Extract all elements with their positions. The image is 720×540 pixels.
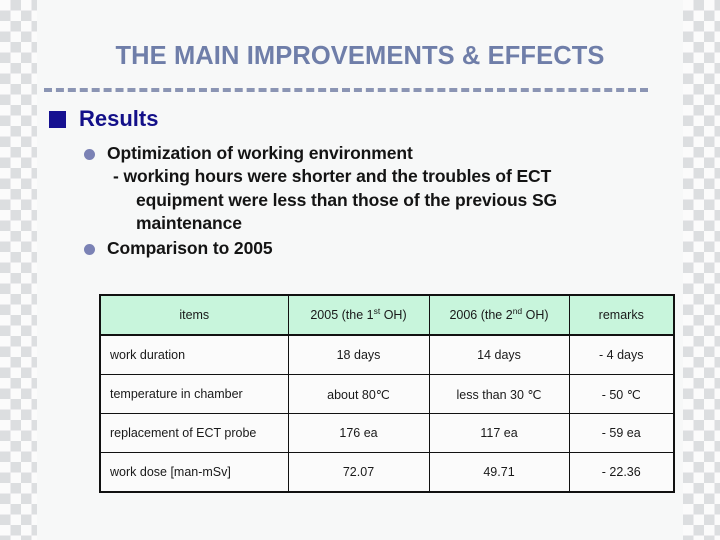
cell-remark: - 4 days <box>568 334 675 375</box>
round-bullet-icon <box>84 244 95 256</box>
header-2006-suffix: OH) <box>522 308 549 322</box>
cell-2006: 14 days <box>428 334 570 375</box>
table-header-row: items 2005 (the 1st OH) 2006 (the 2nd OH… <box>99 294 675 336</box>
section-heading-label: Results <box>79 106 159 131</box>
header-2005-prefix: 2005 (the 1 <box>310 308 374 322</box>
cell-item: work duration <box>99 334 289 375</box>
bullet-text: Comparison to 2005 <box>107 238 273 259</box>
cell-2006: 117 ea <box>428 413 570 453</box>
comparison-table: items 2005 (the 1st OH) 2006 (the 2nd OH… <box>99 294 675 493</box>
bullet-subtext: maintenance <box>136 212 242 233</box>
table-row: work duration 18 days 14 days - 4 days <box>99 334 675 375</box>
bullet-subtext: equipment were less than those of the pr… <box>136 189 558 210</box>
table-row: replacement of ECT probe 176 ea 117 ea -… <box>99 413 675 453</box>
bullet-text: Optimization of working environment <box>107 143 413 163</box>
cell-2006: less than 30 ℃ <box>428 374 570 414</box>
cell-2005: 176 ea <box>287 413 430 453</box>
title-divider-rule <box>44 88 648 92</box>
cell-item: work dose [man-mSv] <box>99 452 289 493</box>
bullet-subtext: - working hours were shorter and the tro… <box>113 166 552 187</box>
bullet-list: Optimization of working environment - wo… <box>84 142 684 260</box>
column-header-2006: 2006 (the 2nd OH) <box>428 294 570 336</box>
round-bullet-icon <box>84 149 95 160</box>
square-bullet-icon <box>49 110 66 128</box>
cell-remark: - 22.36 <box>568 452 675 493</box>
checkerboard-left-border <box>0 0 37 540</box>
cell-remark: - 59 ea <box>568 413 675 453</box>
table-row: work dose [man-mSv] 72.07 49.71 - 22.36 <box>99 452 675 493</box>
list-item: Optimization of working environment - wo… <box>84 142 684 235</box>
cell-item: replacement of ECT probe <box>99 413 289 453</box>
header-2005-suffix: OH) <box>380 308 407 322</box>
column-header-remarks: remarks <box>568 294 675 336</box>
table-row: temperature in chamber about 80℃ less th… <box>99 374 675 414</box>
column-header-items: items <box>99 294 289 336</box>
page-title: THE MAIN IMPROVEMENTS & EFFECTS <box>115 42 605 70</box>
cell-item: temperature in chamber <box>99 374 289 414</box>
checkerboard-right-border <box>683 0 720 540</box>
column-header-2005: 2005 (the 1st OH) <box>287 294 430 336</box>
slide-canvas: THE MAIN IMPROVEMENTS & EFFECTS Results … <box>0 0 720 540</box>
list-item: Comparison to 2005 <box>84 237 684 260</box>
section-heading: Results <box>49 108 158 130</box>
cell-remark: - 50 ℃ <box>568 374 675 414</box>
cell-2006: 49.71 <box>428 452 570 493</box>
header-2006-prefix: 2006 (the 2 <box>449 308 513 322</box>
cell-2005: 18 days <box>287 334 430 375</box>
header-2006-ordinal: nd <box>512 305 523 316</box>
cell-2005: about 80℃ <box>287 374 430 414</box>
cell-2005: 72.07 <box>287 452 430 493</box>
